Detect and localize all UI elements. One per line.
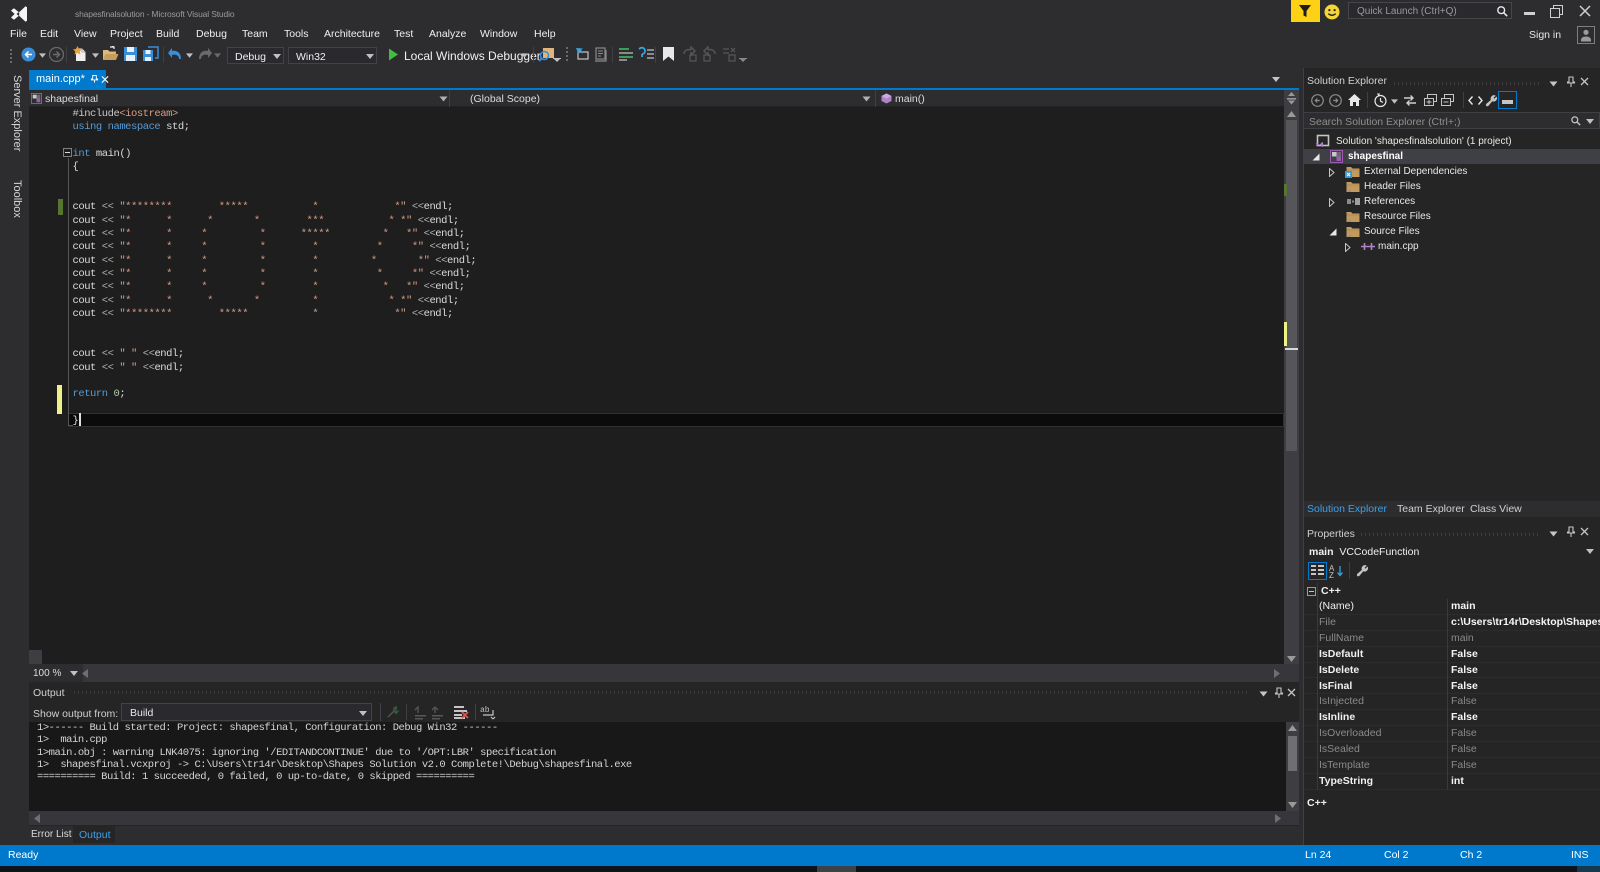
svg-text:ab: ab — [480, 706, 490, 715]
svg-text:Z: Z — [1329, 571, 1334, 578]
